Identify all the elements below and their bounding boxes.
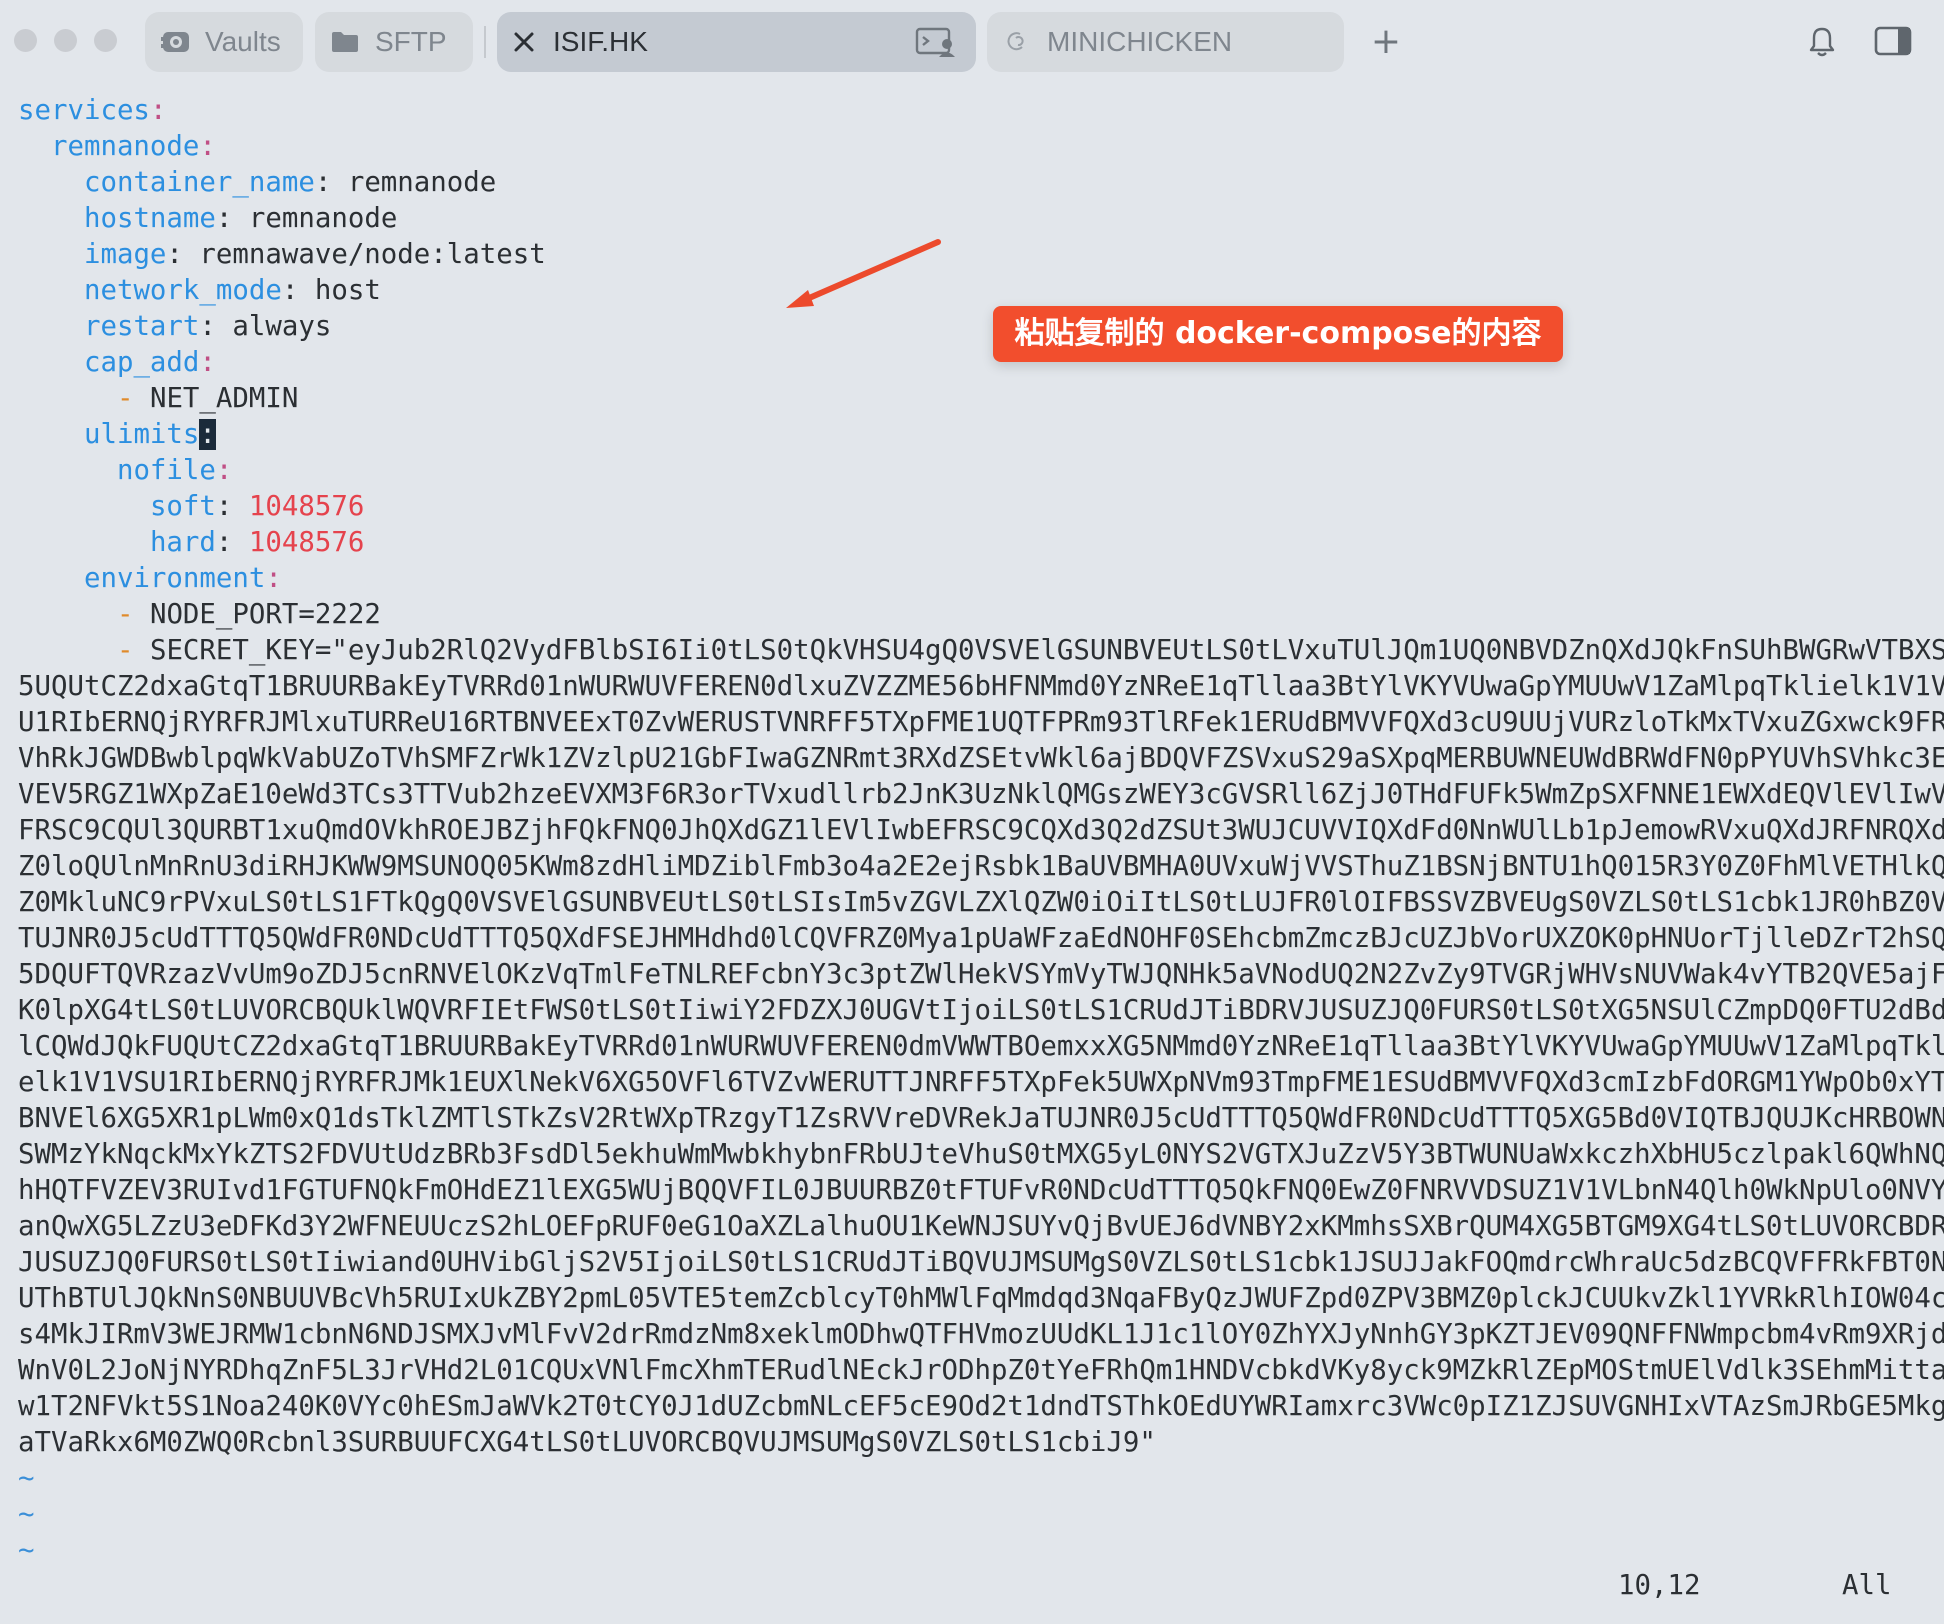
tab-label: MINICHICKEN (1047, 26, 1233, 57)
code-line: w1T2NFVkt5S1Noa240K0VYc0hESmJaWVk2T0tCY0… (18, 1391, 1944, 1422)
code-line: environment: (83, 563, 282, 594)
zoom-window-button[interactable] (94, 29, 117, 52)
code-line: FRSC9CQUl3QURBT1xuQmdOVkhROEJBZjhFQkFNQ0… (18, 815, 1944, 846)
code-line: VEV5RGZ1WXpZaE10eWd3TCs3TTVub2hzeEVXM3F6… (18, 779, 1944, 810)
code-line: network_mode: host (83, 275, 381, 306)
tab-sftp[interactable]: SFTP (315, 12, 473, 72)
code-line: - SECRET_KEY="eyJub2RlQ2VydFBlbSI6Ii0tLS… (116, 635, 1944, 666)
code-line: lCQWdJQkFUQUtCZ2dxaGtqT1BRUURBakEyTVRRd0… (18, 1031, 1944, 1062)
code-line: - NET_ADMIN (116, 383, 299, 414)
vault-icon (161, 29, 191, 55)
code-line: Z0loQUlnMnRnU3diRHJKWW9MSUNOQ05KWm8zdHli… (18, 851, 1944, 882)
bell-icon[interactable] (1807, 26, 1837, 58)
code-line: 5DQUFTQVRzazVvUm9oZDJ5cnRNVElOKzVqTmlFeT… (18, 959, 1944, 990)
code-line: VhRkJGWDBwblpqWkVabUZoTVhSMFZrWk1ZVzlpU2… (18, 743, 1944, 774)
code-line: image: remnawave/node:latest (83, 239, 546, 270)
tab-label: ISIF.HK (553, 26, 648, 57)
code-line: s4MkJIRmV3WEJRMW1cbnN6NDJSMXJvMlFvV2drRm… (18, 1319, 1944, 1350)
debian-swirl-icon (1005, 29, 1029, 55)
annotation-callout: 粘贴复制的 docker-compose的内容 (993, 306, 1563, 362)
tab-isif-hk[interactable]: ISIF.HK (497, 12, 976, 72)
code-line: hard: 1048576 (149, 527, 365, 558)
code-line: WnV0L2JoNjNYRDhqZnF5L3JrVHd2L01CQUxVNlFm… (18, 1355, 1944, 1386)
title-bar: Vaults SFTP ISIF.HK MINICHICKEN + (0, 0, 1944, 84)
tilde-marker: ~ (18, 1463, 35, 1494)
code-line: TUJNR0J5cUdTTTQ5QWdFR0NDcUdTTTQ5QXdFSEJH… (18, 923, 1944, 954)
code-line: services: (18, 95, 167, 126)
code-line: cap_add: (83, 347, 216, 378)
code-line: UThBTUlJQkNnS0NBUUVBcVh5RUIxUkZBY2pmL05V… (18, 1283, 1944, 1314)
code-line: U1RIbERNQjRYRFRJMlxuTURReU16RTBNVEExT0Zv… (18, 707, 1944, 738)
code-line: Z0MkluNC9rPVxuLS0tLS1FTkQgQ0VSVElGSUNBVE… (18, 887, 1944, 918)
code-line: elk1V1VSU1RIbERNQjRYRFRJMk1EUXlNekV6XG5O… (18, 1067, 1944, 1098)
code-line: ulimits: (83, 419, 216, 450)
code-line: nofile: (116, 455, 233, 486)
code-line: SWMzYkNqckMxYkZTS2FDVUtUdzBRb3FsdDl5ekhu… (18, 1139, 1944, 1170)
terminal-share-icon[interactable] (915, 26, 957, 58)
annotation-arrow (786, 239, 941, 308)
new-tab-button[interactable]: + (1368, 20, 1404, 64)
code-line: soft: 1048576 (149, 491, 365, 522)
code-line: aTVaRkx6M0ZWQ0Rcbnl3SURBUUFCXG4tLS0tLUVO… (18, 1427, 1156, 1458)
code-line: K0lpXG4tLS0tLUVORCBQUklWQVRFIEtFWS0tLS0t… (18, 995, 1944, 1026)
code-line: hostname: remnanode (83, 203, 398, 234)
minimize-window-button[interactable] (54, 29, 77, 52)
code-line: remnanode: (50, 131, 216, 162)
sidebar-toggle-icon[interactable] (1874, 25, 1912, 57)
tilde-marker: ~ (18, 1499, 35, 1530)
code-line: JUSUZJQ0FURS0tLS0tIiwiand0UHVibGljS2V5Ij… (18, 1247, 1944, 1278)
tab-minichicken[interactable]: MINICHICKEN (987, 12, 1344, 72)
text-cursor: : (199, 419, 216, 450)
code-line: container_name: remnanode (83, 167, 497, 198)
tab-label: Vaults (205, 26, 281, 57)
folder-icon (331, 31, 359, 53)
tab-vaults[interactable]: Vaults (145, 12, 303, 72)
tab-label: SFTP (375, 26, 447, 57)
cursor-position: 10,12 (1618, 1570, 1701, 1601)
scroll-position: All (1842, 1570, 1892, 1601)
code-line: BNVEl6XG5XR1pLWm0xQ1dsTklZMTlSTkZsV2RtWX… (18, 1103, 1944, 1134)
close-icon[interactable] (513, 31, 535, 53)
code-line: restart: always (83, 311, 332, 342)
code-line: 5UQUtCZ2dxaGtqT1BRUURBakEyTVRRd01nWURWUV… (18, 671, 1944, 702)
code-line: hHQTFVZEV3RUIvd1FGTUFNQkFmOHdEZ1lEXG5WUj… (18, 1175, 1944, 1206)
code-line: - NODE_PORT=2222 (116, 599, 381, 630)
tilde-marker: ~ (18, 1535, 35, 1566)
code-line: anQwXG5LZzU3eDFKd3Y2WFNEUUczS2hLOEFpRUF0… (18, 1211, 1944, 1242)
close-window-button[interactable] (14, 29, 37, 52)
tab-separator (484, 26, 486, 58)
